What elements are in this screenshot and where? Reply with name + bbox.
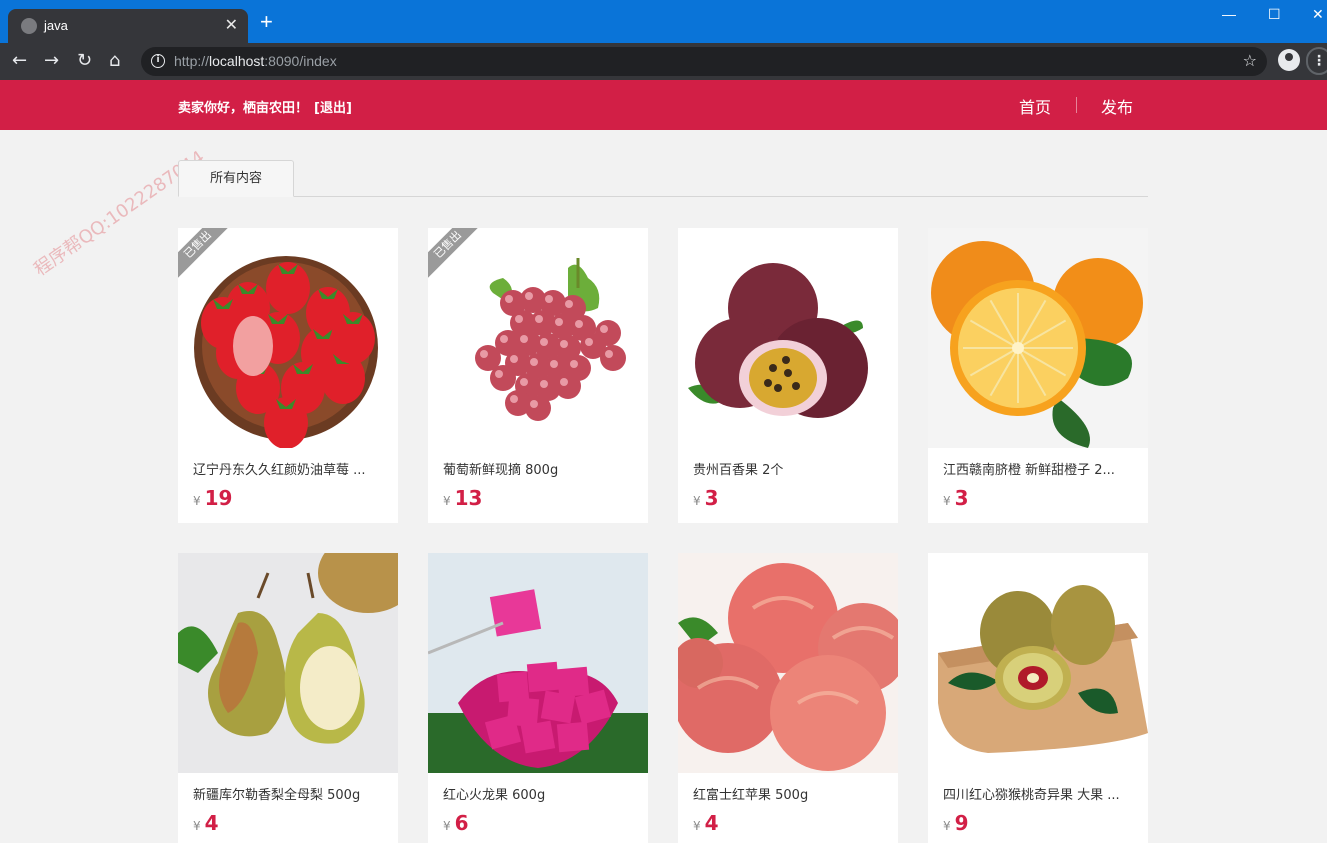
product-name[interactable]: 新疆库尔勒香梨全母梨 500g: [193, 784, 383, 803]
price-amount: 3: [704, 486, 719, 510]
price-amount: 3: [954, 486, 969, 510]
currency-symbol: ¥: [193, 819, 201, 833]
product-name[interactable]: 红心火龙果 600g: [443, 784, 633, 803]
product-image-strawberry[interactable]: [178, 228, 398, 448]
product-name[interactable]: 四川红心猕猴桃奇异果 大果 ...: [943, 784, 1133, 803]
user-greeting: 卖家你好，栖亩农田！ [退出]: [178, 97, 352, 116]
tab-close-icon[interactable]: ✕: [225, 15, 238, 34]
greeting-text: 卖家你好，栖亩农田！: [178, 101, 309, 116]
product-name[interactable]: 葡萄新鲜现摘 800g: [443, 459, 633, 478]
product-name[interactable]: 辽宁丹东久久红颜奶油草莓 ...: [193, 459, 383, 478]
product-name[interactable]: 贵州百香果 2个: [693, 459, 883, 478]
product-card[interactable]: 新疆库尔勒香梨全母梨 500g ¥4: [178, 553, 398, 843]
site-header: 卖家你好，栖亩农田！ [退出] 首页 发布: [0, 80, 1327, 130]
nav-divider: [1076, 97, 1077, 113]
currency-symbol: ¥: [193, 494, 201, 508]
product-card[interactable]: 四川红心猕猴桃奇异果 大果 ... ¥9: [928, 553, 1148, 843]
address-bar[interactable]: i http://localhost:8090/index ☆: [141, 47, 1267, 76]
product-price: ¥3: [693, 486, 719, 510]
price-amount: 13: [454, 486, 483, 510]
minimize-button[interactable]: —: [1222, 6, 1236, 22]
browser-titlebar: java ✕ + — ☐ ✕: [0, 0, 1327, 43]
nav-home-link[interactable]: 首页: [1019, 94, 1051, 118]
currency-symbol: ¥: [443, 819, 451, 833]
product-price: ¥19: [193, 486, 232, 510]
product-image-apple[interactable]: [678, 553, 898, 773]
price-amount: 19: [204, 486, 233, 510]
home-icon[interactable]: ⌂: [109, 51, 120, 71]
info-icon[interactable]: i: [151, 54, 165, 68]
currency-symbol: ¥: [693, 819, 701, 833]
currency-symbol: ¥: [943, 494, 951, 508]
logout-link[interactable]: [退出]: [314, 101, 352, 116]
product-card[interactable]: 红富士红苹果 500g ¥4: [678, 553, 898, 843]
reload-icon[interactable]: ↻: [77, 51, 92, 71]
product-price: ¥3: [943, 486, 969, 510]
forward-arrow-icon[interactable]: →: [44, 51, 59, 71]
product-price: ¥4: [693, 811, 719, 835]
url-text[interactable]: http://localhost:8090/index: [174, 53, 337, 69]
maximize-button[interactable]: ☐: [1268, 6, 1281, 23]
currency-symbol: ¥: [693, 494, 701, 508]
currency-symbol: ¥: [943, 819, 951, 833]
product-card[interactable]: 已售出 辽宁丹东久久红颜奶油草莓 ... ¥19: [178, 228, 398, 523]
currency-symbol: ¥: [443, 494, 451, 508]
product-card[interactable]: 已售出 葡萄新鲜现摘 800g ¥13: [428, 228, 648, 523]
nav-publish-link[interactable]: 发布: [1101, 94, 1133, 118]
content-tabs: 所有内容: [178, 160, 1148, 197]
product-price: ¥13: [443, 486, 482, 510]
product-image-dragonfruit[interactable]: [428, 553, 648, 773]
tab-all-content[interactable]: 所有内容: [178, 160, 294, 197]
new-tab-button[interactable]: +: [260, 11, 273, 33]
browser-toolbar: ← → ↻ ⌂ i http://localhost:8090/index ☆ …: [0, 43, 1327, 80]
bookmark-star-icon[interactable]: ☆: [1243, 51, 1257, 70]
product-price: ¥6: [443, 811, 469, 835]
price-amount: 9: [954, 811, 969, 835]
product-price: ¥4: [193, 811, 219, 835]
price-amount: 4: [704, 811, 719, 835]
product-name[interactable]: 江西赣南脐橙 新鲜甜橙子 2...: [943, 459, 1133, 478]
product-card[interactable]: 江西赣南脐橙 新鲜甜橙子 2... ¥3: [928, 228, 1148, 523]
profile-avatar-icon[interactable]: [1278, 49, 1300, 71]
globe-icon: [21, 18, 37, 34]
product-image-pear[interactable]: [178, 553, 398, 773]
browser-menu-icon[interactable]: ⋮: [1306, 47, 1327, 75]
tab-title: java: [44, 18, 68, 33]
browser-tab[interactable]: java ✕: [8, 9, 248, 43]
product-image-passionfruit[interactable]: [678, 228, 898, 448]
product-price: ¥9: [943, 811, 969, 835]
window-close-button[interactable]: ✕: [1312, 6, 1324, 23]
product-name[interactable]: 红富士红苹果 500g: [693, 784, 883, 803]
back-arrow-icon[interactable]: ←: [12, 51, 27, 71]
product-image-grape[interactable]: [428, 228, 648, 448]
product-image-orange[interactable]: [928, 228, 1148, 448]
price-amount: 4: [204, 811, 219, 835]
product-image-kiwi[interactable]: [928, 553, 1148, 773]
product-card[interactable]: 贵州百香果 2个 ¥3: [678, 228, 898, 523]
price-amount: 6: [454, 811, 469, 835]
product-card[interactable]: 红心火龙果 600g ¥6: [428, 553, 648, 843]
